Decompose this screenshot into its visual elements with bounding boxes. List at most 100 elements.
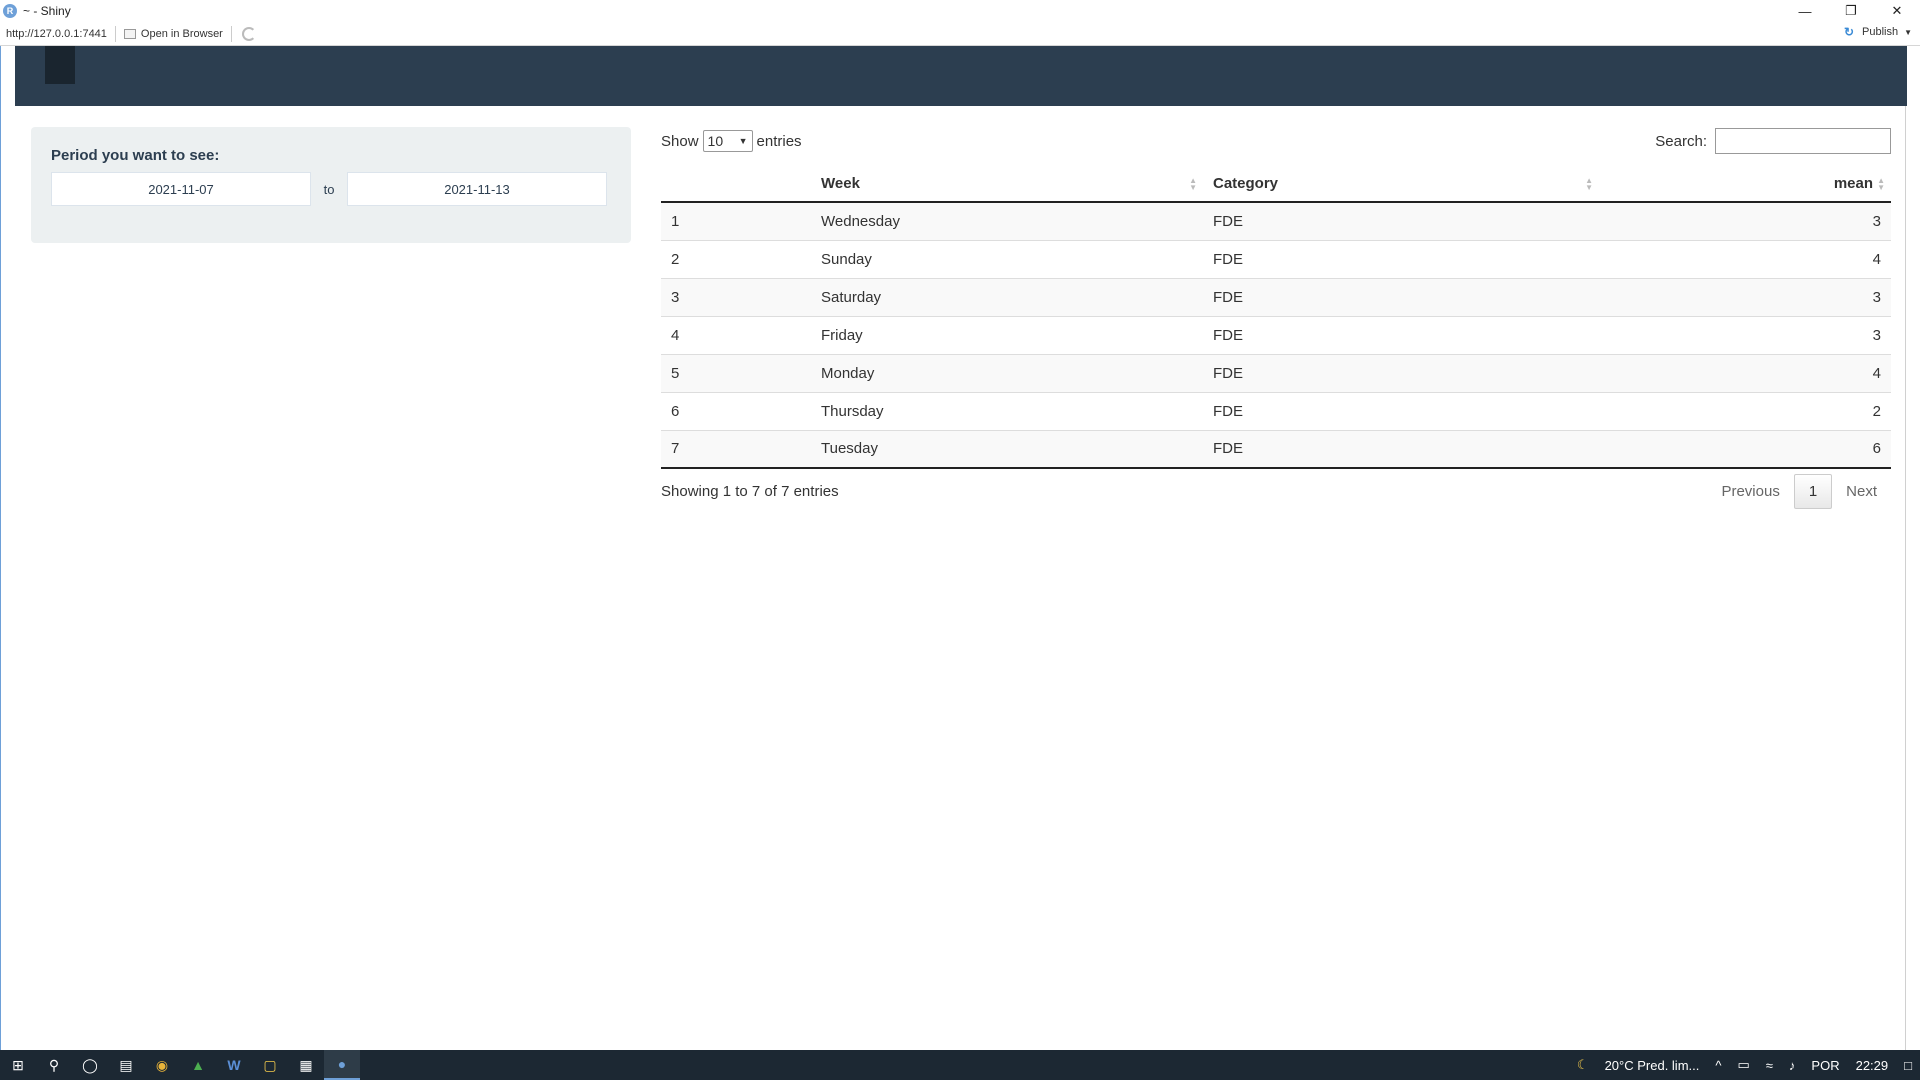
app-frame: Period you want to see: 2021-11-07 to 20… [0, 46, 1907, 1050]
cell-index: 3 [661, 277, 811, 316]
task-view-icon[interactable]: ▤ [108, 1050, 144, 1080]
wifi-icon[interactable]: ≈ [1766, 1058, 1773, 1073]
column-label-mean: mean [1833, 175, 1873, 192]
cell-mean: 3 [1599, 201, 1891, 240]
cell-category: FDE [1203, 353, 1599, 392]
minimize-icon[interactable]: — [1782, 0, 1828, 22]
page-length-control: Show 10 ▼ entries [661, 130, 802, 152]
dropdown-caret-icon: ▼ [738, 136, 748, 146]
system-tray: ☾ 20°C Pred. lim... ^ ▭ ≈ ♪ POR 22:29 □ [1569, 1050, 1920, 1080]
previous-button[interactable]: Previous [1707, 475, 1793, 508]
navbar [15, 46, 1907, 106]
cell-category: FDE [1203, 315, 1599, 354]
cell-category: FDE [1203, 239, 1599, 278]
table-header-row: Week ▲ ▼ Category ▲ ▼ mean ▲ ▼ [661, 166, 1891, 203]
cell-mean: 4 [1599, 239, 1891, 278]
table-row: 7 Tuesday FDE 6 [661, 429, 1891, 469]
navbar-brand[interactable] [45, 46, 75, 84]
word-icon[interactable]: W [216, 1050, 252, 1080]
sidebar-panel: Period you want to see: 2021-11-07 to 20… [31, 127, 631, 243]
restore-icon[interactable]: ❐ [1828, 0, 1874, 22]
period-label: Period you want to see: [51, 147, 220, 164]
clock[interactable]: 22:29 [1856, 1058, 1889, 1073]
cell-category: FDE [1203, 429, 1599, 469]
cell-category: FDE [1203, 201, 1599, 240]
data-table: Week ▲ ▼ Category ▲ ▼ mean ▲ ▼ 1 Wednesd… [661, 166, 1891, 469]
cell-index: 1 [661, 201, 811, 240]
data-table-wrapper: Show 10 ▼ entries Search: Week ▲ ▼ Categ… [661, 126, 1891, 513]
cell-index: 2 [661, 239, 811, 278]
sort-icon: ▲ ▼ [1585, 176, 1593, 192]
show-label: Show [661, 132, 699, 150]
r-logo-icon: R [3, 4, 17, 18]
cell-mean: 6 [1599, 429, 1891, 469]
next-button[interactable]: Next [1832, 475, 1891, 508]
volume-icon[interactable]: ♪ [1789, 1058, 1796, 1073]
column-header-category[interactable]: Category ▲ ▼ [1203, 166, 1599, 203]
cell-week: Saturday [811, 277, 1203, 316]
cortana-icon[interactable]: ◯ [72, 1050, 108, 1080]
google-drive-icon[interactable]: ▲ [180, 1050, 216, 1080]
cell-index: 4 [661, 315, 811, 354]
calculator-icon[interactable]: ▦ [288, 1050, 324, 1080]
cell-week: Thursday [811, 391, 1203, 430]
column-label-category: Category [1213, 175, 1279, 192]
refresh-icon[interactable] [241, 26, 256, 41]
search-input[interactable] [1715, 128, 1891, 154]
search-icon[interactable]: ⚲ [36, 1050, 72, 1080]
table-row: 4 Friday FDE 3 [661, 315, 1891, 354]
date-range-input: 2021-11-07 to 2021-11-13 [51, 172, 611, 206]
entries-label: entries [756, 132, 802, 150]
chevron-up-icon[interactable]: ^ [1715, 1058, 1721, 1073]
windows-start-icon[interactable]: ⊞ [0, 1050, 36, 1080]
publish-label: Publish [1862, 26, 1899, 38]
cell-index: 7 [661, 429, 811, 469]
battery-icon[interactable]: ▭ [1737, 1057, 1749, 1073]
table-row: 1 Wednesday FDE 3 [661, 201, 1891, 240]
cell-mean: 4 [1599, 353, 1891, 392]
chrome-icon[interactable]: ◉ [144, 1050, 180, 1080]
cell-week: Tuesday [811, 429, 1203, 469]
open-in-browser-label: Open in Browser [140, 27, 223, 40]
cell-index: 5 [661, 353, 811, 392]
cell-week: Sunday [811, 239, 1203, 278]
search-control: Search: [1655, 128, 1891, 154]
rstudio-icon[interactable]: ● [324, 1050, 360, 1080]
cell-category: FDE [1203, 391, 1599, 430]
cell-mean: 3 [1599, 315, 1891, 354]
open-in-browser-button[interactable]: Open in Browser [116, 25, 232, 42]
table-row: 6 Thursday FDE 2 [661, 391, 1891, 430]
page-length-select[interactable]: 10 ▼ [702, 130, 753, 152]
date-range-separator: to [323, 181, 335, 197]
column-header-index[interactable] [661, 166, 811, 203]
page-button[interactable]: 1 [1793, 473, 1833, 509]
chevron-down-icon: ▼ [1904, 27, 1912, 37]
table-info: Showing 1 to 7 of 7 entries [661, 482, 839, 500]
end-date-input[interactable]: 2021-11-13 [347, 172, 607, 206]
browser-icon [123, 28, 136, 39]
sort-icon: ▲ ▼ [1189, 176, 1197, 192]
notification-icon[interactable]: □ [1904, 1058, 1912, 1073]
language-indicator[interactable]: POR [1811, 1058, 1839, 1073]
window-titlebar: R ~ - Shiny — ❐ ✕ [0, 0, 1920, 22]
viewer-toolbar: http://127.0.0.1:7441 Open in Browser ↻ … [0, 22, 1920, 46]
table-row: 3 Saturday FDE 3 [661, 277, 1891, 316]
window-controls: — ❐ ✕ [1782, 0, 1920, 22]
cell-week: Wednesday [811, 201, 1203, 240]
column-header-week[interactable]: Week ▲ ▼ [811, 166, 1203, 203]
window-title: ~ - Shiny [23, 4, 71, 18]
column-header-mean[interactable]: mean ▲ ▼ [1599, 166, 1891, 203]
pagination: Previous 1 Next [1707, 473, 1891, 509]
start-date-input[interactable]: 2021-11-07 [51, 172, 311, 206]
page-length-value: 10 [707, 133, 724, 149]
cell-mean: 3 [1599, 277, 1891, 316]
close-icon[interactable]: ✕ [1874, 0, 1920, 22]
publish-icon: ↻ [1844, 25, 1855, 39]
sort-icon: ▲ ▼ [1877, 176, 1885, 192]
url-display: http://127.0.0.1:7441 [0, 25, 116, 42]
cell-week: Friday [811, 315, 1203, 354]
cell-week: Monday [811, 353, 1203, 392]
file-explorer-icon[interactable]: ▢ [252, 1050, 288, 1080]
publish-button[interactable]: ↻ Publish ▼ [1844, 26, 1912, 38]
weather-text[interactable]: 20°C Pred. lim... [1605, 1058, 1700, 1073]
